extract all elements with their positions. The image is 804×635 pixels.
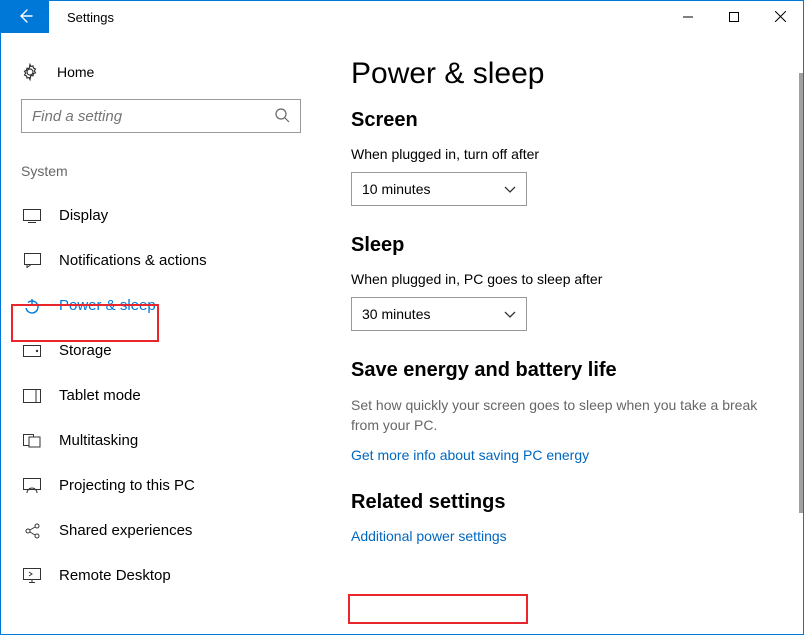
sidebar-home[interactable]: Home: [21, 55, 301, 99]
window-title: Settings: [67, 10, 114, 25]
screen-off-label: When plugged in, turn off after: [351, 146, 773, 162]
display-icon: [23, 209, 41, 223]
projecting-icon: [23, 478, 41, 493]
save-energy-link[interactable]: Get more info about saving PC energy: [351, 447, 589, 463]
sidebar-item-shared-experiences[interactable]: Shared experiences: [21, 508, 301, 553]
screen-off-value: 10 minutes: [362, 181, 430, 197]
section-save-energy-heading: Save energy and battery life: [351, 359, 773, 382]
section-related-heading: Related settings: [351, 491, 773, 514]
arrow-left-icon: [17, 8, 33, 27]
remote-desktop-icon: [23, 568, 41, 583]
titlebar: Settings: [1, 1, 803, 33]
maximize-button[interactable]: [711, 1, 757, 33]
search-input[interactable]: [32, 108, 274, 125]
shared-icon: [23, 523, 41, 539]
chevron-down-icon: [504, 306, 516, 322]
vertical-scrollbar[interactable]: [799, 73, 803, 513]
sidebar-item-remote-desktop[interactable]: Remote Desktop: [21, 553, 301, 598]
sidebar-item-multitasking[interactable]: Multitasking: [21, 418, 301, 463]
sidebar-item-notifications[interactable]: Notifications & actions: [21, 238, 301, 283]
sidebar-item-projecting[interactable]: Projecting to this PC: [21, 463, 301, 508]
additional-power-settings-link[interactable]: Additional power settings: [351, 528, 507, 544]
sidebar-item-tablet-mode[interactable]: Tablet mode: [21, 373, 301, 418]
section-sleep-heading: Sleep: [351, 234, 773, 257]
close-icon: [775, 9, 786, 25]
window-controls: [665, 1, 803, 33]
tablet-icon: [23, 389, 41, 403]
section-screen-heading: Screen: [351, 109, 773, 132]
nav-label: Tablet mode: [59, 387, 141, 404]
sleep-select[interactable]: 30 minutes: [351, 297, 527, 331]
sleep-label: When plugged in, PC goes to sleep after: [351, 271, 773, 287]
save-energy-description: Set how quickly your screen goes to slee…: [351, 396, 773, 435]
screen-off-select[interactable]: 10 minutes: [351, 172, 527, 206]
sleep-value: 30 minutes: [362, 306, 430, 322]
minimize-button[interactable]: [665, 1, 711, 33]
back-button[interactable]: [1, 1, 49, 33]
chevron-down-icon: [504, 181, 516, 197]
storage-icon: [23, 345, 41, 357]
nav-label: Storage: [59, 342, 112, 359]
nav-label: Remote Desktop: [59, 567, 171, 584]
search-box[interactable]: [21, 99, 301, 133]
gear-icon: [21, 63, 39, 81]
nav-label: Notifications & actions: [59, 252, 207, 269]
notifications-icon: [23, 253, 41, 268]
annotation-highlight-power-sleep: [11, 304, 159, 342]
sidebar-item-display[interactable]: Display: [21, 193, 301, 238]
close-button[interactable]: [757, 1, 803, 33]
nav-label: Display: [59, 207, 108, 224]
search-icon: [274, 107, 290, 126]
sidebar-section-label: System: [21, 163, 301, 179]
maximize-icon: [729, 9, 739, 25]
annotation-highlight-additional-power-settings: [348, 594, 528, 624]
nav-label: Projecting to this PC: [59, 477, 195, 494]
scrollbar-thumb[interactable]: [799, 73, 803, 513]
multitasking-icon: [23, 434, 41, 448]
main-panel: Power & sleep Screen When plugged in, tu…: [321, 33, 803, 634]
minimize-icon: [683, 9, 693, 25]
page-title: Power & sleep: [351, 57, 773, 91]
home-label: Home: [57, 64, 94, 80]
nav-label: Shared experiences: [59, 522, 192, 539]
nav-label: Multitasking: [59, 432, 138, 449]
